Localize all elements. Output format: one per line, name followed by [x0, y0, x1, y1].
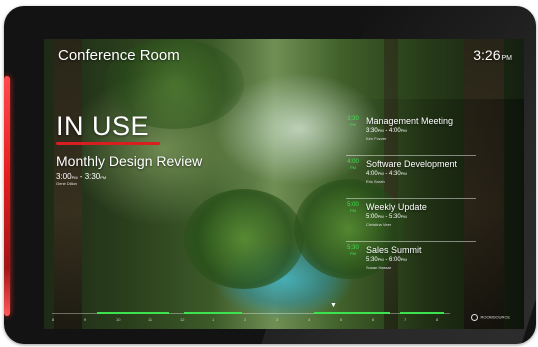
agenda-title: Weekly Update — [366, 202, 427, 212]
tablet-device: Conference Room 3:26PM IN USE Monthly De… — [4, 6, 536, 344]
agenda-time: 5:30PM - 6:00PM — [366, 257, 407, 263]
timeline-booked-segment[interactable] — [184, 312, 242, 314]
room-status: IN USE — [56, 111, 150, 141]
agenda-time-badge: 4:00 PM — [347, 159, 359, 170]
agenda-item[interactable]: 4:00 PM Software Development 4:00PM - 4:3… — [346, 156, 476, 199]
timeline-tick: 9 — [84, 317, 87, 322]
agenda-time: 4:00PM - 4:30PM — [366, 171, 407, 177]
agenda-item[interactable]: 5:00 PM Weekly Update 5:00PM - 5:30PM Chr… — [346, 199, 476, 242]
agenda-item[interactable]: 5:30 PM Sales Summit 5:30PM - 6:00PM Susa… — [346, 242, 476, 284]
agenda-host: Ken Fozzer — [366, 136, 387, 141]
current-end: 3:30 — [84, 172, 101, 181]
agenda-title: Management Meeting — [366, 116, 454, 126]
agenda-title: Sales Summit — [366, 245, 422, 255]
brand-name: ROOMSOURCE — [480, 314, 510, 320]
timeline-tick: 6 — [372, 317, 375, 322]
timeline-tick: 5 — [340, 317, 343, 322]
timeline-tick: 7 — [404, 317, 407, 322]
brand-logo-icon — [471, 314, 479, 321]
upcoming-meetings-list: 3:30 PM Management Meeting 3:30PM - 4:00P… — [346, 113, 476, 284]
agenda-host: Susan Hassar — [366, 265, 392, 270]
status-indicator-bar — [56, 142, 160, 145]
timeline-tick: 11 — [148, 317, 153, 322]
timeline-booked-segment[interactable] — [400, 312, 444, 314]
clock-ampm: PM — [501, 55, 513, 62]
agenda-host: Christina Veer — [366, 222, 392, 227]
current-start: 3:00 — [56, 172, 72, 181]
agenda-time: 3:30PM - 4:00PM — [366, 128, 407, 134]
agenda-time: 5:00PM - 5:30PM — [366, 214, 407, 220]
current-meeting-host: Gene Dillon — [56, 181, 77, 186]
timeline-tick: 12 — [180, 317, 185, 322]
clock: 3:26PM — [473, 47, 512, 63]
current-start-ampm: PM — [71, 175, 78, 180]
clock-time: 3:26 — [473, 47, 501, 63]
agenda-host: Eric Sorah — [366, 179, 385, 184]
current-meeting-time: 3:00PM - 3:30PM — [56, 172, 107, 181]
current-end-ampm: PM — [100, 175, 107, 180]
timeline-booked-segment[interactable] — [314, 312, 390, 314]
timeline-booked-segment[interactable] — [97, 312, 169, 314]
timeline-tick: 10 — [116, 317, 121, 322]
room-name: Conference Room — [58, 47, 180, 64]
agenda-title: Software Development — [366, 159, 458, 169]
timeline-tick: 8 — [436, 317, 439, 322]
room-display-screen: Conference Room 3:26PM IN USE Monthly De… — [44, 39, 524, 329]
timeline-tick: 4 — [308, 317, 311, 322]
current-meeting-title: Monthly Design Review — [56, 153, 203, 169]
timeline-tick: 1 — [212, 317, 215, 322]
agenda-time-badge: 5:00 PM — [347, 202, 359, 213]
agenda-time-badge: 3:30 PM — [347, 116, 359, 127]
day-timeline[interactable]: ▼ 8 9 10 11 12 1 2 3 4 5 6 7 8 — [52, 302, 450, 323]
timeline-tick: 8 — [52, 317, 55, 322]
current-time-marker-icon: ▼ — [330, 302, 337, 309]
timeline-tick: 2 — [244, 317, 247, 322]
foliage — [184, 189, 304, 289]
agenda-item[interactable]: 3:30 PM Management Meeting 3:30PM - 4:00P… — [346, 113, 476, 156]
agenda-time-badge: 5:30 PM — [347, 245, 359, 256]
timeline-tick: 3 — [276, 317, 279, 322]
status-led-strip — [4, 76, 10, 316]
brand-mark: ROOMSOURCE — [471, 314, 510, 321]
